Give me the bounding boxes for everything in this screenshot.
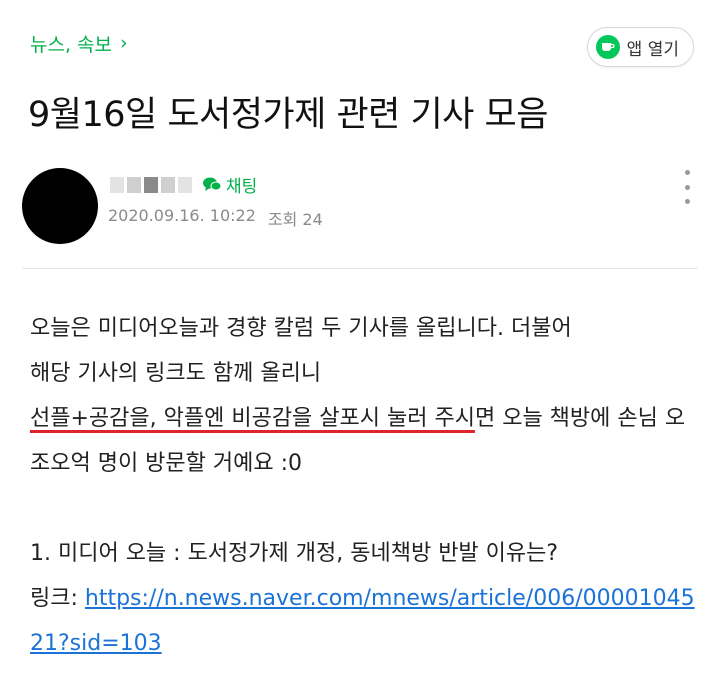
chevron-right-icon: › bbox=[120, 32, 128, 54]
more-options-button[interactable] bbox=[682, 170, 692, 204]
chat-label: 채팅 bbox=[226, 177, 258, 197]
post-content: 오늘은 미디어오늘과 경향 칼럼 두 기사를 올립니다. 더불어 해당 기사의 … bbox=[30, 306, 702, 666]
post-meta: 2020.09.16. 10:22 조회 24 bbox=[108, 206, 323, 230]
breadcrumb-label: 뉴스, 속보 bbox=[30, 34, 112, 56]
chat-bubble-icon bbox=[203, 177, 222, 191]
avatar[interactable] bbox=[22, 168, 98, 244]
app-open-button[interactable]: 앱 열기 bbox=[586, 27, 694, 67]
chat-button[interactable]: 채팅 bbox=[202, 172, 257, 197]
article-link[interactable]: https://n.news.naver.com/mnews/article/0… bbox=[30, 586, 695, 656]
cup-icon bbox=[595, 35, 620, 59]
paragraph-line: 선플+공감을, 악플엔 비공감을 살포시 눌러 주시면 오늘 책방에 손님 오조… bbox=[30, 396, 702, 486]
divider bbox=[22, 268, 698, 269]
paragraph-line: 해당 기사의 링크도 함께 올리니 bbox=[30, 361, 322, 386]
link-label: 링크: bbox=[30, 586, 85, 611]
app-open-label: 앱 열기 bbox=[626, 39, 679, 60]
more-vertical-icon bbox=[684, 170, 690, 175]
breadcrumb[interactable]: 뉴스, 속보 › bbox=[30, 30, 128, 57]
underlined-request-text: 선플+공감을, 악플엔 비공감을 살포시 눌러 주시 bbox=[30, 406, 475, 431]
author-row: 채팅 bbox=[110, 172, 257, 197]
article-item-link-line: 링크: https://n.news.naver.com/mnews/artic… bbox=[30, 576, 702, 666]
view-count: 조회 24 bbox=[267, 210, 323, 229]
page-title: 9월16일 도서정가제 관련 기사 모음 bbox=[28, 95, 548, 135]
article-item-title: 1. 미디어 오늘 : 도서정가제 개정, 동네책방 반발 이유는? bbox=[30, 541, 559, 566]
paragraph-line: 오늘은 미디어오늘과 경향 칼럼 두 기사를 올립니다. 더불어 bbox=[30, 316, 572, 341]
author-name-redacted[interactable] bbox=[110, 176, 192, 193]
post-date: 2020.09.16. 10:22 bbox=[108, 206, 256, 225]
